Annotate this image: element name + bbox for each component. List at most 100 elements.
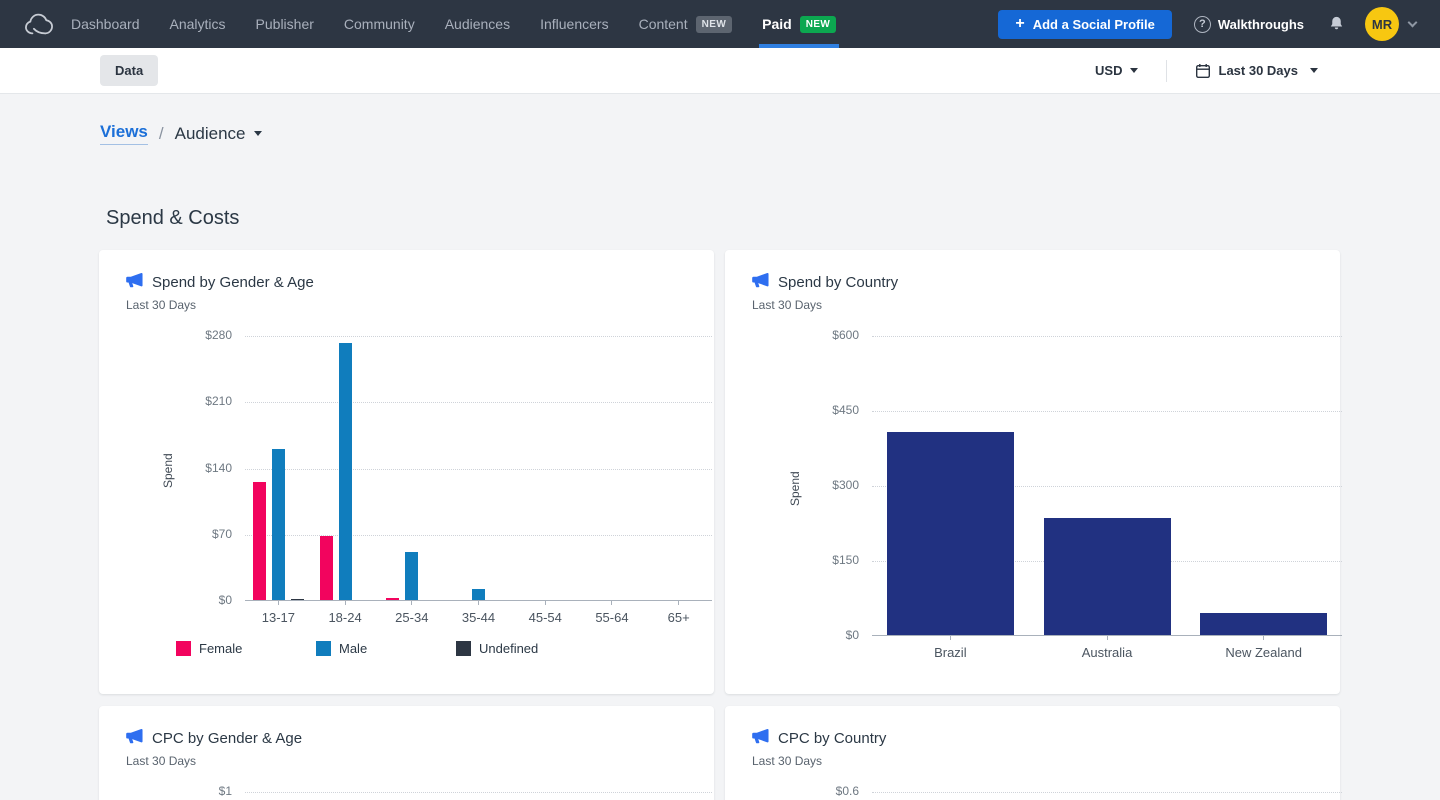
bar-group xyxy=(445,589,512,600)
y-gridline xyxy=(872,792,1342,793)
x-axis-label: 45-54 xyxy=(512,610,579,625)
chart-legend: FemaleMaleUndefined xyxy=(176,641,688,656)
x-tick-cell xyxy=(872,635,1029,640)
y-tick-label: $210 xyxy=(205,394,232,408)
bar-chart-cpc-country: $0.6 xyxy=(752,792,1314,800)
nav-item-publisher[interactable]: Publisher xyxy=(256,0,314,48)
nav-items: Dashboard Analytics Publisher Community … xyxy=(71,0,836,48)
legend-swatch xyxy=(176,641,191,656)
x-tick-mark xyxy=(478,600,479,605)
x-tick-mark xyxy=(278,600,279,605)
card-cpc-by-country: CPC by Country Last 30 Days $0.6 xyxy=(725,706,1340,800)
card-header: CPC by Country xyxy=(752,728,1314,749)
card-title: CPC by Gender & Age xyxy=(152,730,302,747)
nav-item-dashboard[interactable]: Dashboard xyxy=(71,0,140,48)
date-range-dropdown[interactable]: Last 30 Days xyxy=(1195,63,1319,79)
female-bar xyxy=(253,482,266,600)
toolbar-right: USD Last 30 Days xyxy=(1095,60,1318,82)
account-chevron-down-icon[interactable] xyxy=(1408,17,1418,27)
breadcrumb-audience-dropdown[interactable]: Audience xyxy=(175,124,262,144)
breadcrumb-views-link[interactable]: Views xyxy=(100,122,148,145)
x-label-row: BrazilAustraliaNew Zealand xyxy=(872,645,1342,660)
tab-data[interactable]: Data xyxy=(100,55,158,86)
megaphone-icon xyxy=(126,272,143,293)
x-axis-label: 25-34 xyxy=(378,610,445,625)
x-tick-mark xyxy=(545,600,546,605)
currency-label: USD xyxy=(1095,63,1122,78)
x-axis-label: 18-24 xyxy=(312,610,379,625)
chart-plot-area: $0$150$300$450$600SpendBrazilAustraliaNe… xyxy=(872,336,1342,636)
x-tick-cell xyxy=(312,600,379,605)
bar-groups xyxy=(872,336,1342,635)
megaphone-icon xyxy=(752,728,769,749)
bar-chart-spend-gender-age: $0$70$140$210$280Spend13-1718-2425-3435-… xyxy=(126,336,688,656)
card-title: CPC by Country xyxy=(778,730,886,747)
card-subtitle: Last 30 Days xyxy=(752,298,1314,312)
plus-icon: + xyxy=(1015,16,1024,32)
x-tick-row xyxy=(245,600,712,605)
bar-chart-spend-country: $0$150$300$450$600SpendBrazilAustraliaNe… xyxy=(752,336,1314,636)
x-label-row: 13-1718-2425-3435-4445-5455-6465+ xyxy=(245,610,712,625)
toolbar-divider xyxy=(1166,60,1167,82)
walkthroughs-label: Walkthroughs xyxy=(1218,17,1304,32)
nav-item-paid[interactable]: Paid NEW xyxy=(762,0,836,48)
spend-bar xyxy=(1200,613,1327,635)
x-tick-mark xyxy=(1263,635,1264,640)
bar-group xyxy=(312,343,379,600)
walkthroughs-button[interactable]: ? Walkthroughs xyxy=(1194,16,1304,33)
nav-item-content[interactable]: Content NEW xyxy=(639,0,733,48)
x-tick-cell xyxy=(445,600,512,605)
male-bar xyxy=(339,343,352,600)
spend-bar xyxy=(1044,518,1171,635)
card-spend-by-country: Spend by Country Last 30 Days $0$150$300… xyxy=(725,250,1340,694)
notifications-bell-icon[interactable] xyxy=(1328,15,1345,33)
x-tick-row xyxy=(872,635,1342,640)
x-tick-cell xyxy=(1185,635,1342,640)
female-bar xyxy=(320,536,333,600)
currency-dropdown[interactable]: USD xyxy=(1095,63,1137,78)
x-tick-mark xyxy=(1107,635,1108,640)
card-cpc-by-gender-age: CPC by Gender & Age Last 30 Days $1 xyxy=(99,706,714,800)
x-tick-cell xyxy=(512,600,579,605)
card-header: Spend by Gender & Age xyxy=(126,272,688,293)
bar-group xyxy=(872,432,1029,636)
card-spend-by-gender-age: Spend by Gender & Age Last 30 Days $0$70… xyxy=(99,250,714,694)
megaphone-icon xyxy=(752,272,769,293)
y-tick-label: $280 xyxy=(205,328,232,342)
y-tick-label: $0 xyxy=(219,593,232,607)
y-axis-label: Spend xyxy=(788,471,802,506)
chevron-down-icon xyxy=(1130,68,1138,73)
x-axis-label: 55-64 xyxy=(579,610,646,625)
bar-chart-cpc-gender-age: $1 xyxy=(126,792,688,800)
nav-right: + Add a Social Profile ? Walkthroughs MR xyxy=(998,7,1416,41)
x-tick-mark xyxy=(411,600,412,605)
add-social-profile-button[interactable]: + Add a Social Profile xyxy=(998,10,1171,39)
legend-label: Female xyxy=(199,641,242,656)
y-tick-label: $150 xyxy=(832,553,859,567)
user-avatar[interactable]: MR xyxy=(1365,7,1399,41)
cards-grid: Spend by Gender & Age Last 30 Days $0$70… xyxy=(99,250,1340,800)
nav-item-community[interactable]: Community xyxy=(344,0,415,48)
chevron-down-icon xyxy=(254,131,262,136)
y-tick-label: $300 xyxy=(832,478,859,492)
card-subtitle: Last 30 Days xyxy=(126,754,688,768)
question-circle-icon: ? xyxy=(1194,16,1211,33)
nav-item-influencers[interactable]: Influencers xyxy=(540,0,608,48)
calendar-icon xyxy=(1195,63,1211,79)
legend-item-undefined: Undefined xyxy=(456,641,596,656)
nav-item-audiences[interactable]: Audiences xyxy=(445,0,510,48)
content-new-badge: NEW xyxy=(696,16,733,33)
sprout-logo-icon[interactable] xyxy=(24,10,54,38)
card-header: Spend by Country xyxy=(752,272,1314,293)
bar-group xyxy=(378,552,445,600)
y-tick-label: $1 xyxy=(219,784,232,798)
chart-plot-area: $0$70$140$210$280Spend13-1718-2425-3435-… xyxy=(245,336,712,601)
x-tick-cell xyxy=(579,600,646,605)
x-tick-cell xyxy=(245,600,312,605)
paid-new-badge: NEW xyxy=(800,16,837,33)
spend-bar xyxy=(887,432,1014,636)
y-tick-label: $600 xyxy=(832,328,859,342)
bar-group xyxy=(1185,613,1342,635)
nav-item-analytics[interactable]: Analytics xyxy=(170,0,226,48)
breadcrumb-separator: / xyxy=(159,124,164,144)
